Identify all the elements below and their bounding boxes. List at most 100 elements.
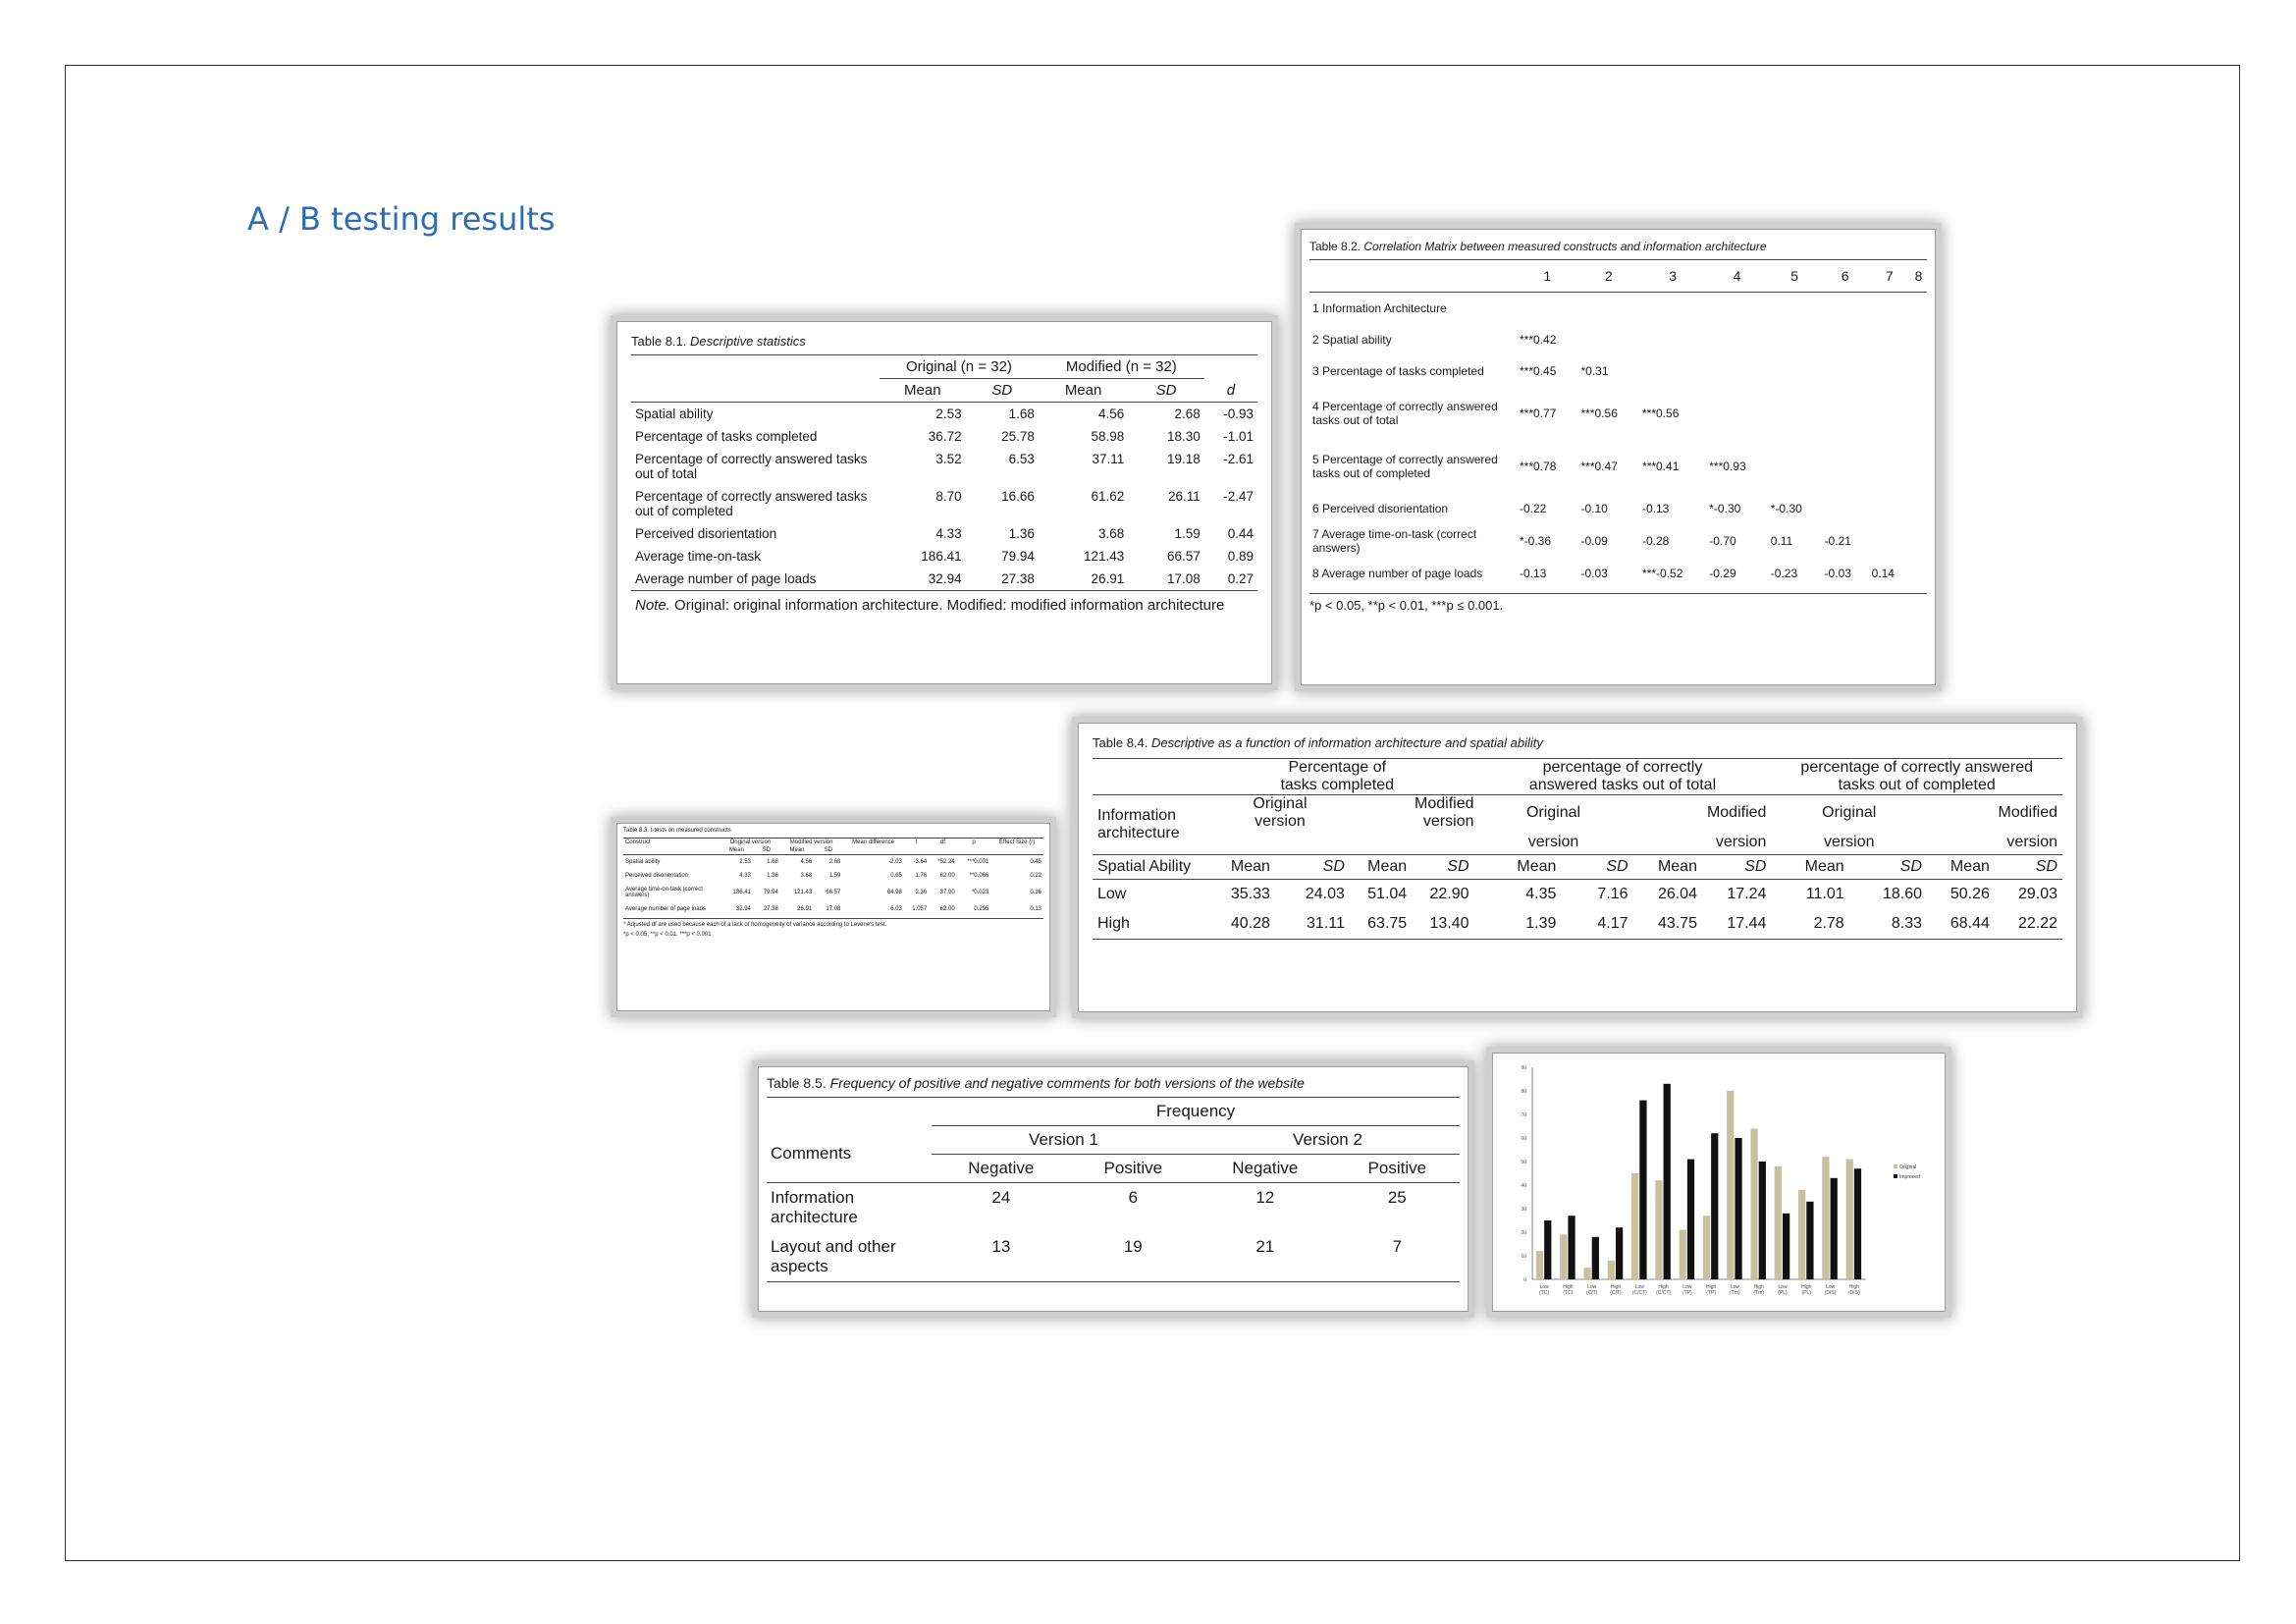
x-tick-label: (Tm) <box>1753 1290 1764 1296</box>
positive-header: Positive <box>1367 1159 1427 1177</box>
cell-value: 3.68 <box>1098 526 1125 541</box>
table-row: 6 Perceived disorientation -0.22 -0.10 -0.1… <box>1309 493 1927 524</box>
cell-value: 1.39 <box>1525 915 1557 932</box>
empty-header <box>1201 831 1350 855</box>
bar-original <box>1560 1234 1568 1279</box>
column-header: 4 <box>1733 268 1741 284</box>
cell-value: 19.18 <box>1166 452 1201 466</box>
table-row: 8 Average number of page loads -0.13 -0.03… <box>1309 558 1927 589</box>
caption-title: Descriptive as a function of information… <box>1151 735 1543 750</box>
cell-value: 4.56 <box>800 859 813 865</box>
sd-header: SD <box>1744 858 1767 875</box>
cell-value: 62.00 <box>939 873 955 879</box>
version2-header: Version 2 <box>1195 1125 1460 1155</box>
cell-value <box>1869 387 1910 440</box>
row-label: 7 Average time-on-task (correct answers) <box>1312 527 1477 555</box>
cell-value <box>1822 293 1869 325</box>
cell-value: 18.30 <box>1166 429 1201 444</box>
caption-title: Correlation Matrix between measured cons… <box>1363 240 1767 253</box>
table-8-5-card: Table 8.5. Frequency of positive and neg… <box>758 1066 1468 1312</box>
table-row: 5 Percentage of correctly answered tasks… <box>1309 440 1927 493</box>
empty-header <box>904 846 929 855</box>
legend-label: Improved <box>1899 1174 1920 1180</box>
row-label: Information architecture <box>771 1188 858 1226</box>
cell-value <box>1910 293 1927 325</box>
row-label: 1 Information Architecture <box>1312 301 1447 315</box>
y-tick-label: 20 <box>1521 1230 1526 1236</box>
cell-value: 0.27 <box>1227 571 1254 586</box>
sd-header: SD <box>1155 382 1177 399</box>
cell-value: 66.57 <box>826 890 841 895</box>
cell-value: 26.11 <box>1168 489 1201 504</box>
caption-title: Descriptive statistics <box>690 334 806 349</box>
cell-value: 4.56 <box>1098 406 1125 421</box>
cell-value: 19 <box>1123 1237 1143 1256</box>
row-label: Average time-on-task <box>635 549 762 564</box>
cell-value: 79.94 <box>763 890 778 895</box>
t-tests-table: Construct Original version Modified versio… <box>623 838 1043 916</box>
cell-value: ***0.56 <box>1642 406 1680 420</box>
row-label: High <box>1097 915 1130 932</box>
cell-value <box>1869 293 1910 325</box>
x-tick-label: (C/T) <box>1610 1290 1622 1296</box>
mean-header: Mean <box>1230 858 1270 875</box>
x-tick-label: (Tm) <box>1730 1290 1740 1296</box>
cell-value <box>1822 355 1869 387</box>
row-label: Percentage of tasks completed <box>635 429 818 444</box>
empty-header <box>623 846 721 855</box>
sub-header: Mean <box>728 847 744 853</box>
cell-value: 0.295 <box>974 906 989 912</box>
table-row: Spatial ability 2.53 1.68 4.56 2.68 -0.93 <box>631 403 1257 426</box>
version1-header: Version 1 <box>932 1125 1196 1155</box>
modified-header: Modified <box>1998 804 2057 821</box>
cell-value: 121.43 <box>1083 549 1125 564</box>
cell-value: -0.93 <box>1223 406 1254 421</box>
caption-label: Table 8.1. <box>631 334 690 349</box>
column-header: Construct <box>625 839 651 845</box>
cell-value <box>1910 355 1927 387</box>
cell-value: -1.01 <box>1223 429 1254 444</box>
row-label: 6 Perceived disorientation <box>1312 502 1449 515</box>
cell-value: ***-0.52 <box>1642 567 1683 580</box>
cell-value: ***0.41 <box>1642 460 1680 473</box>
table-row: 7 Average time-on-task (correct answers)… <box>1309 524 1927 558</box>
empty-header <box>990 846 1043 855</box>
cell-value <box>1768 355 1822 387</box>
cell-value: 7.16 <box>1597 886 1629 902</box>
cell-value <box>1869 355 1910 387</box>
cell-value: 79.94 <box>1001 549 1035 564</box>
cell-value: 36.72 <box>928 429 962 444</box>
empty-header <box>842 846 904 855</box>
cell-value: -0.23 <box>1770 567 1798 580</box>
cell-value: 4.33 <box>935 526 962 541</box>
table-footnote: *p < 0.05, **p < 0.01, ***p ≤ 0.001. <box>1309 593 1927 613</box>
bar-improved <box>1663 1083 1671 1279</box>
column-header: Modified version <box>789 839 833 845</box>
page-title: A / B testing results <box>247 200 556 238</box>
bar-original <box>1631 1173 1639 1279</box>
frequency-header: Frequency <box>1155 1102 1236 1120</box>
cell-value: 62.00 <box>939 906 955 912</box>
cell-value: 26.91 <box>1091 571 1125 586</box>
column-header: 1 <box>1543 268 1552 284</box>
x-tick-label: (PL) <box>1778 1290 1788 1296</box>
cell-value: 11.01 <box>1805 886 1844 902</box>
cell-value: 0.65 <box>890 873 902 879</box>
cell-value: 1.68 <box>1008 406 1035 421</box>
cell-value <box>1822 324 1869 355</box>
cell-value: ***0.001 <box>967 859 989 865</box>
table-footnote: *p < 0.05, **p < 0.01, ***p < 0.001 <box>623 932 712 938</box>
group-header: percentage of correctly answered tasks o… <box>1800 759 2033 793</box>
row-label: 2 Spatial ability <box>1312 333 1392 347</box>
cell-value <box>1822 387 1869 440</box>
empty-header <box>631 379 880 403</box>
cell-value <box>1578 324 1640 355</box>
cell-value: ***0.77 <box>1520 406 1557 420</box>
cell-value: 17.08 <box>1166 571 1201 586</box>
cell-value: 0.45 <box>1030 859 1041 865</box>
cell-value: 0.11 <box>1770 534 1793 548</box>
table-caption: Table 8.4. Descriptive as a function of … <box>1093 731 2062 750</box>
y-tick-label: 80 <box>1521 1089 1526 1095</box>
bar-original <box>1702 1216 1711 1279</box>
negative-header: Negative <box>968 1159 1035 1177</box>
